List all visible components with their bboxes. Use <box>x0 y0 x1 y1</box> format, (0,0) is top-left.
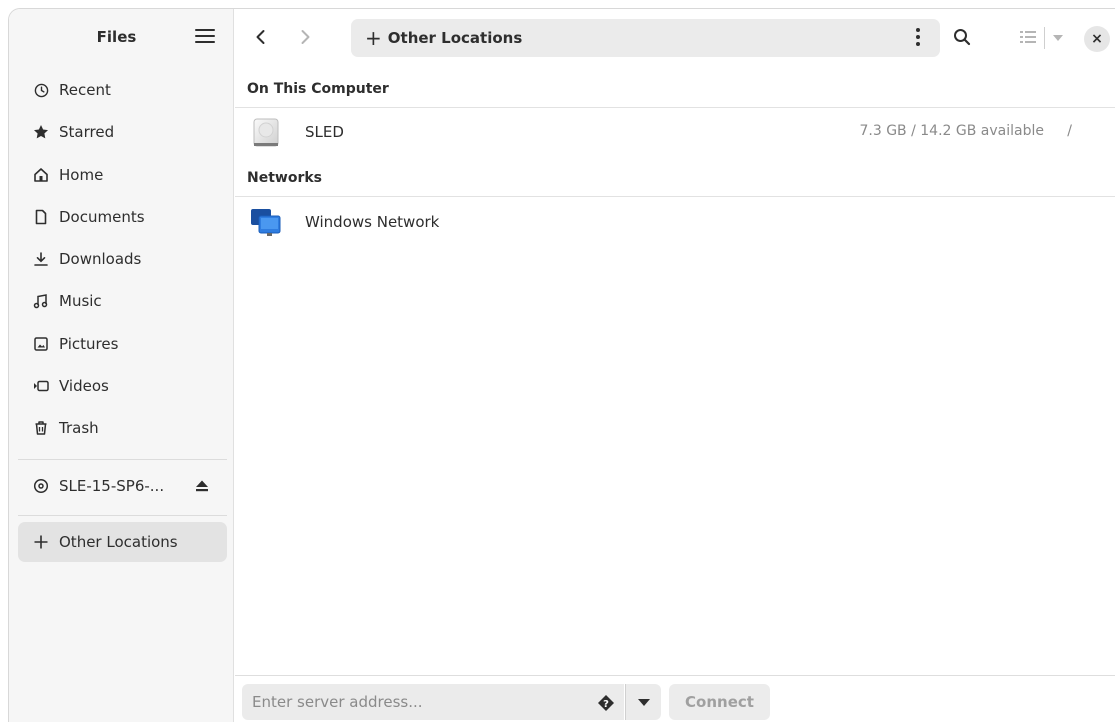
network-icon <box>250 207 282 239</box>
search-icon <box>954 29 971 46</box>
sidebar-item-label: SLE-15-SP6-... <box>59 477 165 495</box>
sidebar-item-label: Trash <box>59 419 99 437</box>
location-row-windows-network[interactable]: Windows Network <box>235 201 1115 245</box>
server-address-input[interactable] <box>242 684 624 720</box>
header-bar: + Other Locations × <box>235 9 1115 67</box>
sidebar-item-documents[interactable]: Documents <box>18 197 227 237</box>
server-history-dropdown[interactable] <box>625 684 661 720</box>
files-window: Files Recent Starred Home Documents Down… <box>8 8 1115 722</box>
section-title-networks: Networks <box>247 170 323 186</box>
sidebar-item-pictures[interactable]: Pictures <box>18 324 227 364</box>
disc-icon <box>33 478 49 494</box>
sidebar-item-label: Recent <box>59 81 111 99</box>
forward-button[interactable] <box>295 27 315 47</box>
star-icon <box>33 124 49 140</box>
document-icon <box>33 209 49 225</box>
list-view-button[interactable] <box>1020 30 1036 48</box>
kebab-menu-icon <box>916 28 920 32</box>
sidebar-separator <box>18 515 227 516</box>
help-icon[interactable]: ? <box>597 694 615 716</box>
home-icon <box>33 167 49 183</box>
sidebar-item-trash[interactable]: Trash <box>18 408 227 448</box>
location-capacity: 7.3 GB / 14.2 GB available <box>859 123 1044 139</box>
connect-button[interactable]: Connect <box>669 684 770 720</box>
sidebar-item-label: Pictures <box>59 335 119 353</box>
sidebar-header: Files <box>9 9 233 67</box>
view-divider <box>1044 27 1045 49</box>
chevron-left-icon <box>256 30 265 44</box>
sidebar-item-device[interactable]: SLE-15-SP6-... <box>18 466 227 506</box>
back-button[interactable] <box>251 27 271 47</box>
music-icon <box>33 293 49 309</box>
picture-icon <box>33 336 49 352</box>
view-options-dropdown[interactable] <box>1053 35 1063 41</box>
download-icon <box>33 251 49 267</box>
location-name: SLED <box>305 123 344 141</box>
locations-view: On This Computer SLED 7.3 GB / 14.2 GB a… <box>235 67 1115 675</box>
path-bar[interactable]: + Other Locations <box>351 19 940 57</box>
search-button[interactable] <box>952 27 972 51</box>
svg-text:?: ? <box>603 699 609 710</box>
sidebar-item-downloads[interactable]: Downloads <box>18 239 227 279</box>
trash-icon <box>33 420 49 436</box>
sidebar-item-label: Starred <box>59 123 115 141</box>
video-icon <box>33 378 49 394</box>
close-button[interactable]: × <box>1084 26 1110 52</box>
sidebar-item-label: Other Locations <box>59 533 178 551</box>
plus-icon <box>33 534 49 550</box>
main-menu-button[interactable] <box>195 29 215 45</box>
menu-icon <box>195 29 215 31</box>
sidebar-item-music[interactable]: Music <box>18 281 227 321</box>
path-menu-button[interactable] <box>915 28 921 48</box>
eject-icon[interactable] <box>195 479 209 497</box>
plus-icon: + <box>365 26 382 50</box>
connect-bar: ? Connect <box>235 675 1115 722</box>
sidebar-item-label: Home <box>59 166 104 184</box>
list-view-icon <box>1020 31 1036 43</box>
sidebar-item-videos[interactable]: Videos <box>18 366 227 406</box>
sidebar-item-other-locations[interactable]: Other Locations <box>18 522 227 562</box>
sidebar: Files Recent Starred Home Documents Down… <box>9 9 234 722</box>
chevron-right-icon <box>301 30 310 44</box>
sidebar-item-label: Music <box>59 292 102 310</box>
section-title-computer: On This Computer <box>247 81 389 97</box>
path-label: Other Locations <box>387 29 523 47</box>
drive-icon <box>250 117 282 149</box>
sidebar-item-home[interactable]: Home <box>18 155 227 195</box>
sidebar-item-recent[interactable]: Recent <box>18 70 227 110</box>
chevron-down-icon <box>637 698 650 706</box>
location-row-sled[interactable]: SLED 7.3 GB / 14.2 GB available / <box>235 111 1115 155</box>
section-divider <box>235 196 1115 197</box>
sidebar-item-label: Downloads <box>59 250 142 268</box>
location-name: Windows Network <box>305 213 440 231</box>
sidebar-item-starred[interactable]: Starred <box>18 112 227 152</box>
clock-icon <box>33 82 49 98</box>
section-divider <box>235 107 1115 108</box>
sidebar-item-label: Videos <box>59 377 109 395</box>
location-mount-point: / <box>1067 123 1072 139</box>
close-icon: × <box>1091 31 1103 47</box>
sidebar-separator <box>18 459 227 460</box>
sidebar-item-label: Documents <box>59 208 145 226</box>
